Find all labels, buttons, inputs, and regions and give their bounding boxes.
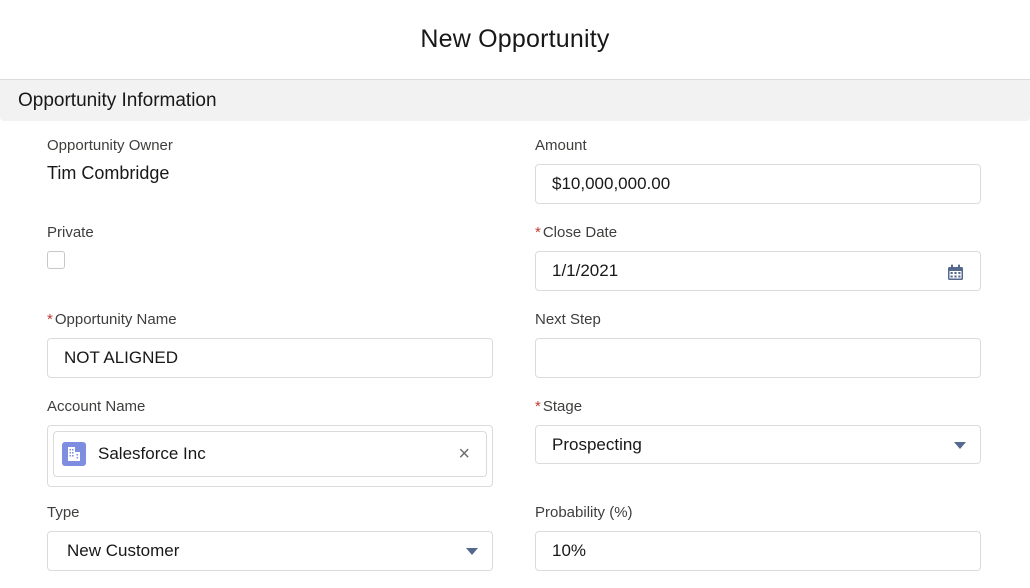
next-step-input[interactable] xyxy=(535,338,981,378)
field-opportunity-owner: Opportunity Owner Tim Combridge xyxy=(47,137,493,184)
field-amount: Amount $10,000,000.00 xyxy=(535,137,981,204)
field-label: Amount xyxy=(535,137,587,154)
field-probability: Probability (%) 10% xyxy=(535,504,981,571)
input-value: NOT ALIGNED xyxy=(64,348,178,367)
field-label: * Opportunity Name xyxy=(47,311,493,329)
field-label: Account Name xyxy=(47,398,146,415)
field-label: * Close Date xyxy=(535,224,981,242)
field-label-text: Stage xyxy=(542,398,583,415)
field-label: Type xyxy=(47,504,80,521)
field-opportunity-name: * Opportunity Name NOT ALIGNED xyxy=(47,311,493,378)
account-pill[interactable]: Salesforce Inc × xyxy=(53,431,487,477)
field-type: Type New Customer xyxy=(47,504,493,571)
section-title: Opportunity Information xyxy=(18,89,217,111)
field-next-step: Next Step xyxy=(535,311,981,378)
field-private: Private xyxy=(47,224,493,269)
field-label-text: Close Date xyxy=(542,224,618,241)
type-select[interactable]: New Customer xyxy=(47,531,493,571)
chevron-down-icon xyxy=(954,442,966,449)
field-account-name: Account Name Salesforce Inc × xyxy=(47,398,493,487)
field-label: * Stage xyxy=(535,398,981,416)
field-label-text: Opportunity Name xyxy=(54,311,177,328)
close-date-input[interactable]: 1/1/2021 xyxy=(535,251,981,291)
field-label: Next Step xyxy=(535,311,601,328)
field-close-date: * Close Date 1/1/2021 xyxy=(535,224,981,291)
calendar-icon[interactable] xyxy=(947,264,964,281)
private-checkbox[interactable] xyxy=(47,251,65,269)
required-marker: * xyxy=(535,398,541,415)
field-label: Private xyxy=(47,224,94,241)
owner-value: Tim Combridge xyxy=(47,163,170,183)
field-label: Opportunity Owner xyxy=(47,137,173,154)
field-label: Probability (%) xyxy=(535,504,633,521)
required-marker: * xyxy=(47,311,53,328)
stage-select[interactable]: Prospecting xyxy=(535,425,981,464)
close-icon[interactable]: × xyxy=(458,444,470,464)
probability-input[interactable]: 10% xyxy=(535,531,981,571)
field-stage: * Stage Prospecting xyxy=(535,398,981,464)
section-header[interactable]: Opportunity Information xyxy=(0,80,1030,121)
opportunity-name-input[interactable]: NOT ALIGNED xyxy=(47,338,493,378)
required-marker: * xyxy=(535,224,541,241)
chevron-down-icon xyxy=(466,548,478,555)
account-icon xyxy=(62,442,86,466)
modal-header: New Opportunity xyxy=(0,0,1030,80)
modal-title: New Opportunity xyxy=(420,25,610,53)
account-lookup[interactable]: Salesforce Inc × xyxy=(47,425,493,487)
amount-input[interactable]: $10,000,000.00 xyxy=(535,164,981,204)
input-value: 10% xyxy=(552,541,587,560)
input-value: 1/1/2021 xyxy=(552,261,619,280)
select-value: New Customer xyxy=(67,541,180,560)
select-value: Prospecting xyxy=(552,434,642,454)
input-value: $10,000,000.00 xyxy=(552,174,671,193)
account-pill-label: Salesforce Inc xyxy=(98,444,206,463)
